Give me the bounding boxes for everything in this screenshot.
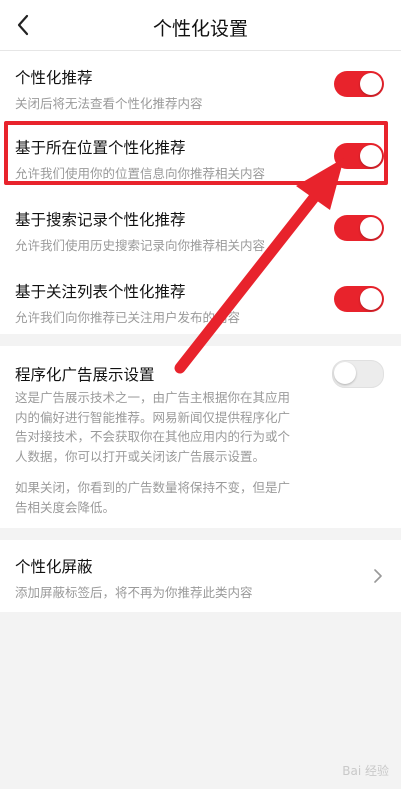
watermark: Bai 经验 — [342, 764, 389, 778]
annotation-arrow-icon — [174, 158, 344, 374]
